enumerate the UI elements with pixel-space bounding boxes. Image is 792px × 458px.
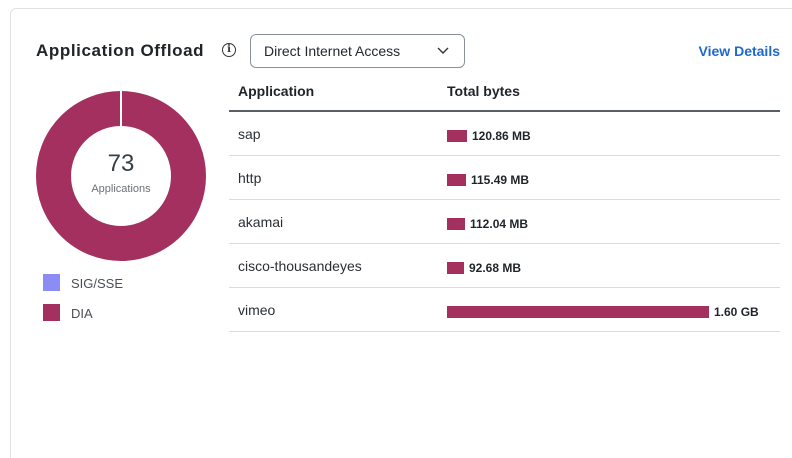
bytes-bar xyxy=(447,262,464,274)
bytes-value: 120.86 MB xyxy=(472,129,531,143)
column-header-application[interactable]: Application xyxy=(238,83,314,99)
bytes-value: 112.04 MB xyxy=(470,217,529,231)
bytes-cell: 112.04 MB xyxy=(447,217,777,231)
chevron-down-icon xyxy=(437,47,449,54)
traffic-type-dropdown[interactable]: Direct Internet Access xyxy=(250,34,465,68)
view-details-link[interactable]: View Details xyxy=(699,43,780,59)
app-name: akamai xyxy=(238,214,284,230)
bytes-value: 1.60 GB xyxy=(714,305,759,319)
legend-label: DIA xyxy=(71,306,93,321)
bytes-cell: 1.60 GB xyxy=(447,305,777,319)
legend-swatch-dia xyxy=(43,304,60,321)
table-row[interactable]: cisco-thousandeyes 92.68 MB xyxy=(229,244,780,288)
donut-total-value: 73 xyxy=(107,150,135,177)
bytes-bar xyxy=(447,174,466,186)
widget-title: Application Offload xyxy=(36,41,205,60)
legend-swatch-sig-sse xyxy=(43,274,60,291)
table-header: Application Total bytes xyxy=(229,78,780,112)
info-circle-icon[interactable]: i xyxy=(222,43,236,57)
bytes-cell: 115.49 MB xyxy=(447,173,777,187)
bytes-value: 115.49 MB xyxy=(471,173,530,187)
donut-total-label: Applications xyxy=(91,183,151,195)
top-applications-table: Application Total bytes sap 120.86 MB ht… xyxy=(229,78,780,332)
bytes-bar xyxy=(447,306,709,318)
legend-label: SIG/SSE xyxy=(71,276,124,291)
table-row[interactable]: http 115.49 MB xyxy=(229,156,780,200)
dropdown-selected-value: Direct Internet Access xyxy=(264,43,401,59)
app-name: http xyxy=(238,170,262,186)
app-name: sap xyxy=(238,126,261,142)
table-row[interactable]: sap 120.86 MB xyxy=(229,112,780,156)
bytes-value: 92.68 MB xyxy=(469,261,522,275)
bytes-cell: 120.86 MB xyxy=(447,129,777,143)
bytes-cell: 92.68 MB xyxy=(447,261,777,275)
column-header-total-bytes[interactable]: Total bytes xyxy=(447,83,520,99)
app-name: vimeo xyxy=(238,302,276,318)
app-name: cisco-thousandeyes xyxy=(238,258,362,274)
bytes-bar xyxy=(447,130,467,142)
table-row[interactable]: akamai 112.04 MB xyxy=(229,200,780,244)
table-row[interactable]: vimeo 1.60 GB xyxy=(229,288,780,332)
bytes-bar xyxy=(447,218,465,230)
